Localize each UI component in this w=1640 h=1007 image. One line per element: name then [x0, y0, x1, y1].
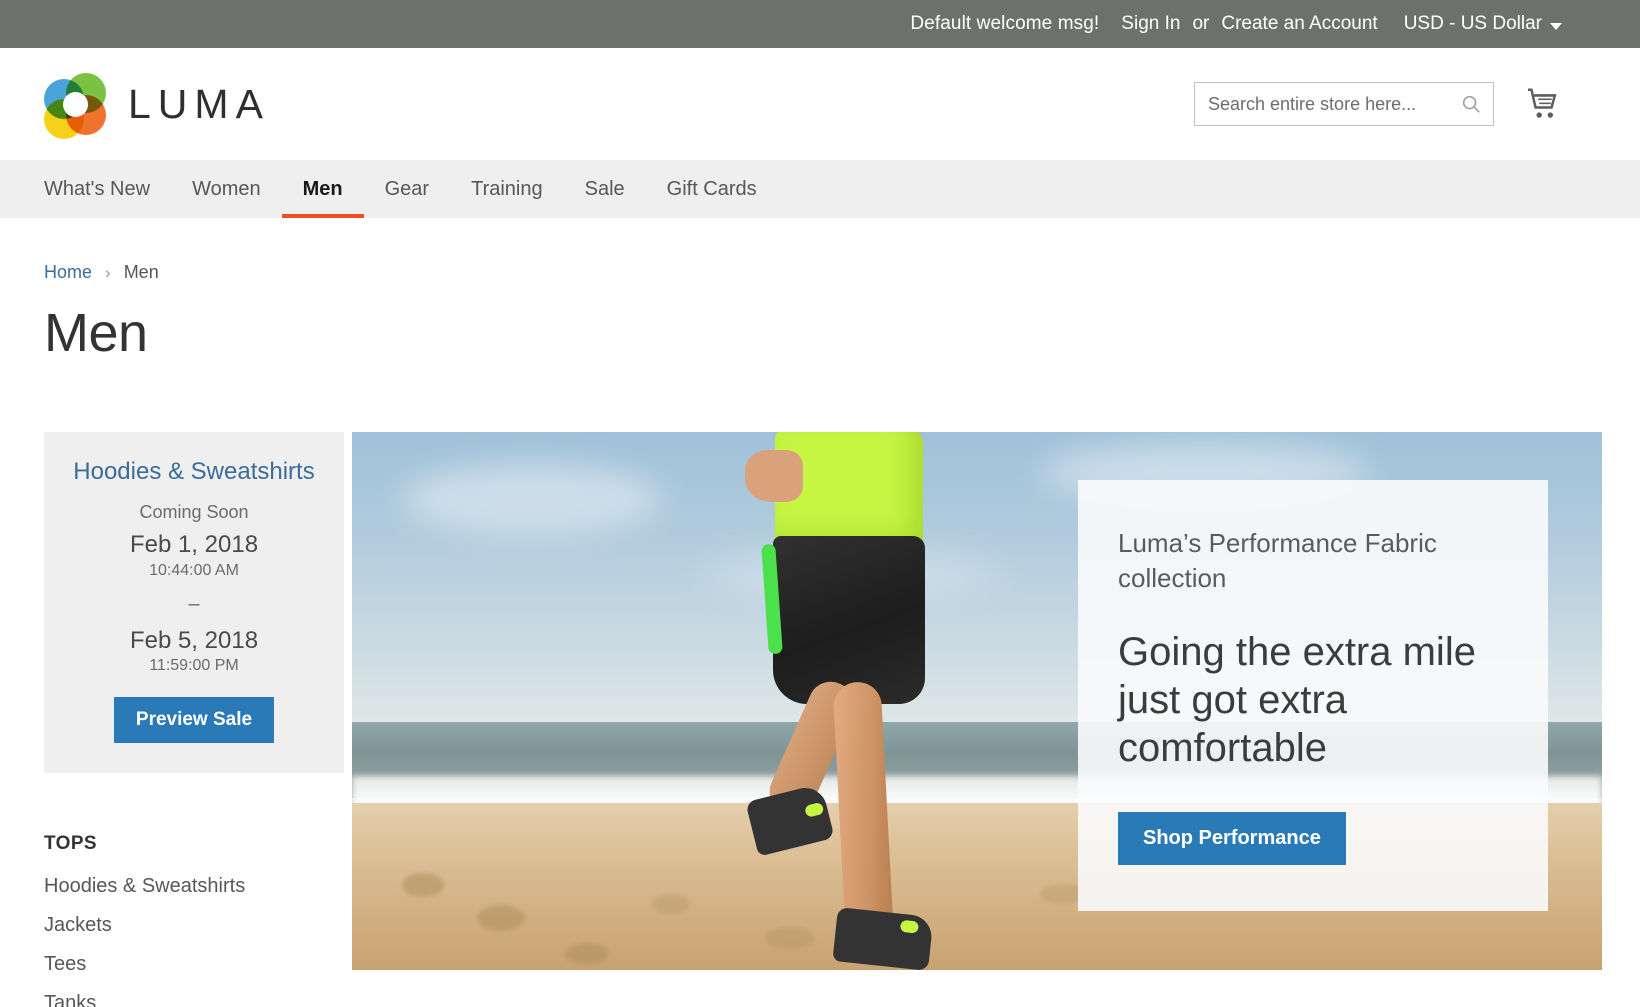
- filter-item-tees[interactable]: Tees: [44, 953, 86, 975]
- filter-item-tanks[interactable]: Tanks: [44, 992, 96, 1007]
- content-area: Luma’s Performance Fabric collection Goi…: [344, 431, 1640, 1007]
- search-input[interactable]: [1194, 82, 1494, 126]
- logo-wordmark: LUMA: [128, 80, 270, 127]
- runner-shorts: [773, 535, 925, 704]
- shopping-cart-icon[interactable]: [1524, 85, 1562, 123]
- filter-heading-tops: TOPS: [44, 832, 97, 854]
- chevron-down-icon: [1550, 22, 1562, 30]
- currency-label: USD - US Dollar: [1403, 13, 1542, 34]
- sale-start-date: Feb 1, 2018: [129, 531, 259, 559]
- sale-end-time: 11:59:00 PM: [149, 656, 239, 674]
- list-item: Tanks: [44, 992, 344, 1007]
- upcoming-sale-box: Hoodies & Sweatshirts Coming Soon Feb 1,…: [44, 431, 344, 773]
- currency-switcher[interactable]: USD - US Dollar: [1404, 13, 1562, 35]
- welcome-message: Default welcome msg!: [910, 13, 1100, 34]
- luma-logo-link[interactable]: LUMA: [44, 73, 270, 139]
- filter-item-hoodies-sweatshirts[interactable]: Hoodies & Sweatshirts: [44, 875, 245, 897]
- search-box: [1194, 82, 1494, 126]
- sale-start-time: 10:44:00 AM: [149, 561, 239, 579]
- list-item: Jackets: [44, 914, 344, 937]
- runner-front-shoe: [832, 906, 934, 970]
- luma-logo-icon: [44, 73, 106, 139]
- sale-status: Coming Soon: [139, 502, 249, 523]
- nav-item-women[interactable]: Women: [171, 160, 282, 218]
- sale-title-link[interactable]: Hoodies & Sweatshirts: [62, 458, 326, 487]
- nav-item-whats-new[interactable]: What's New: [44, 160, 171, 218]
- list-item: Tees: [44, 953, 344, 976]
- promo-subtitle: Luma’s Performance Fabric collection: [1118, 527, 1437, 593]
- sale-date-dash: –: [188, 592, 200, 615]
- list-item: Hoodies & Sweatshirts: [44, 875, 344, 898]
- nav-item-gift-cards[interactable]: Gift Cards: [646, 160, 778, 218]
- preview-sale-button[interactable]: Preview Sale: [113, 696, 275, 743]
- cloud-shape: [402, 463, 662, 534]
- breadcrumb-home[interactable]: Home: [44, 262, 92, 283]
- or-separator: or: [1192, 13, 1210, 34]
- search-icon[interactable]: [1460, 93, 1482, 115]
- sign-in-link[interactable]: Sign In: [1121, 13, 1180, 35]
- site-header: LUMA: [0, 48, 1640, 160]
- header-actions: [1194, 82, 1562, 126]
- nav-item-gear[interactable]: Gear: [364, 160, 450, 218]
- filter-list: Hoodies & Sweatshirts Jackets Tees Tanks: [44, 875, 344, 1007]
- main-navigation: What's New Women Men Gear Training Sale …: [0, 160, 1640, 218]
- shop-performance-button[interactable]: Shop Performance: [1118, 811, 1346, 865]
- create-account-link[interactable]: Create an Account: [1221, 13, 1377, 35]
- hero-banner[interactable]: Luma’s Performance Fabric collection Goi…: [352, 431, 1602, 970]
- nav-item-men[interactable]: Men: [281, 160, 364, 218]
- breadcrumb-separator-icon: ›: [105, 262, 111, 282]
- footprint-shape: [402, 872, 444, 897]
- breadcrumb: Home › Men: [0, 218, 1640, 283]
- nav-item-training[interactable]: Training: [450, 160, 564, 218]
- breadcrumb-current: Men: [123, 262, 159, 282]
- filter-item-jackets[interactable]: Jackets: [44, 914, 112, 936]
- footprint-shape: [477, 905, 525, 932]
- runner-front-leg: [832, 680, 894, 933]
- promo-card: Luma’s Performance Fabric collection Goi…: [1078, 479, 1548, 911]
- runner-back-shoe: [745, 783, 835, 857]
- runner-arm: [745, 449, 803, 502]
- nav-item-sale[interactable]: Sale: [564, 160, 646, 218]
- footprint-shape: [564, 942, 609, 965]
- runner-figure: [727, 431, 967, 970]
- sidebar: Hoodies & Sweatshirts Coming Soon Feb 1,…: [44, 431, 344, 1007]
- sale-end-date: Feb 5, 2018: [129, 626, 259, 654]
- top-utility-bar: Default welcome msg! Sign In or Create a…: [0, 0, 1640, 48]
- promo-headline: Going the extra mile just got extra comf…: [1118, 629, 1476, 770]
- main-content: Hoodies & Sweatshirts Coming Soon Feb 1,…: [0, 362, 1640, 1007]
- page-title: Men: [44, 303, 148, 363]
